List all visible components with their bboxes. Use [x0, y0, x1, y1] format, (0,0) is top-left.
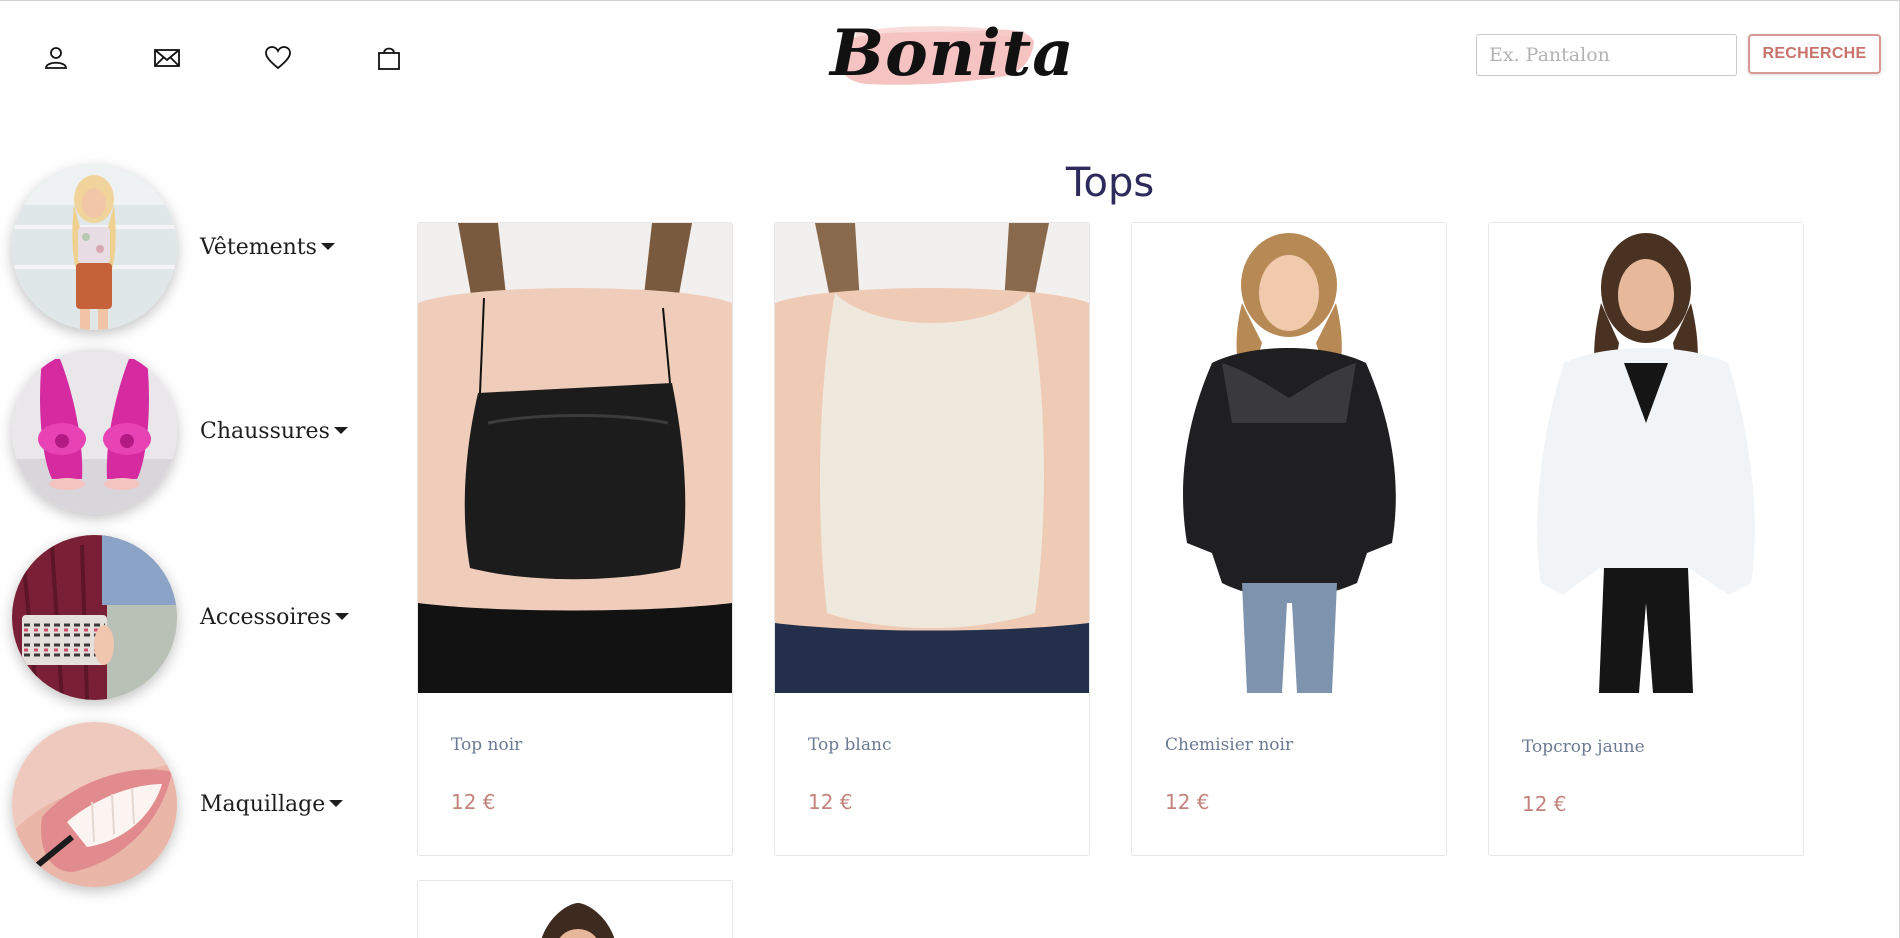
- product-card[interactable]: Chemisier noir 12 €: [1131, 222, 1447, 856]
- user-icon[interactable]: [40, 42, 72, 74]
- product-name: Chemisier noir: [1165, 735, 1294, 755]
- page-title: Tops: [1065, 160, 1155, 206]
- category-label: Maquillage: [200, 792, 344, 817]
- category-maquillage[interactable]: Maquillage: [12, 722, 344, 887]
- product-image: [1489, 223, 1803, 693]
- category-chaussures[interactable]: Chaussures: [12, 349, 348, 514]
- chevron-down-icon: [333, 427, 348, 434]
- brand-logo[interactable]: Bonita: [830, 14, 1075, 96]
- product-image: [418, 881, 732, 938]
- category-label: Chaussures: [200, 419, 348, 444]
- header-icon-bar: [40, 40, 484, 76]
- product-image: [418, 223, 732, 693]
- product-price: 12 €: [1165, 790, 1210, 814]
- product-image: [1132, 223, 1446, 693]
- category-accessoires[interactable]: Accessoires: [12, 535, 350, 700]
- product-card[interactable]: Topcrop jaune 12 €: [1488, 222, 1804, 856]
- mail-icon[interactable]: [151, 42, 183, 74]
- category-label: Vêtements: [200, 235, 335, 260]
- product-card-partial[interactable]: [417, 880, 733, 938]
- category-image-maquillage: [12, 722, 177, 887]
- product-price: 12 €: [451, 790, 496, 814]
- chevron-down-icon: [329, 800, 344, 807]
- product-name: Topcrop jaune: [1522, 737, 1645, 757]
- search-button[interactable]: RECHERCHE: [1748, 34, 1881, 74]
- product-card[interactable]: Top noir 12 €: [417, 222, 733, 856]
- chevron-down-icon: [335, 613, 350, 620]
- bag-icon[interactable]: [373, 42, 405, 74]
- product-card[interactable]: Top blanc 12 €: [774, 222, 1090, 856]
- category-image-accessoires: [12, 535, 177, 700]
- logo-text: Bonita: [830, 16, 1075, 91]
- search-input[interactable]: [1476, 34, 1737, 76]
- category-label: Accessoires: [200, 605, 350, 630]
- top-border: [0, 0, 1900, 1]
- category-image-chaussures: [12, 349, 177, 514]
- heart-icon[interactable]: [262, 42, 294, 74]
- product-price: 12 €: [1522, 792, 1567, 816]
- product-price: 12 €: [808, 790, 853, 814]
- product-name: Top blanc: [808, 735, 892, 755]
- category-vetements[interactable]: Vêtements: [12, 165, 335, 330]
- product-name: Top noir: [451, 735, 523, 755]
- category-image-vetements: [12, 165, 177, 330]
- product-image: [775, 223, 1089, 693]
- chevron-down-icon: [320, 243, 335, 250]
